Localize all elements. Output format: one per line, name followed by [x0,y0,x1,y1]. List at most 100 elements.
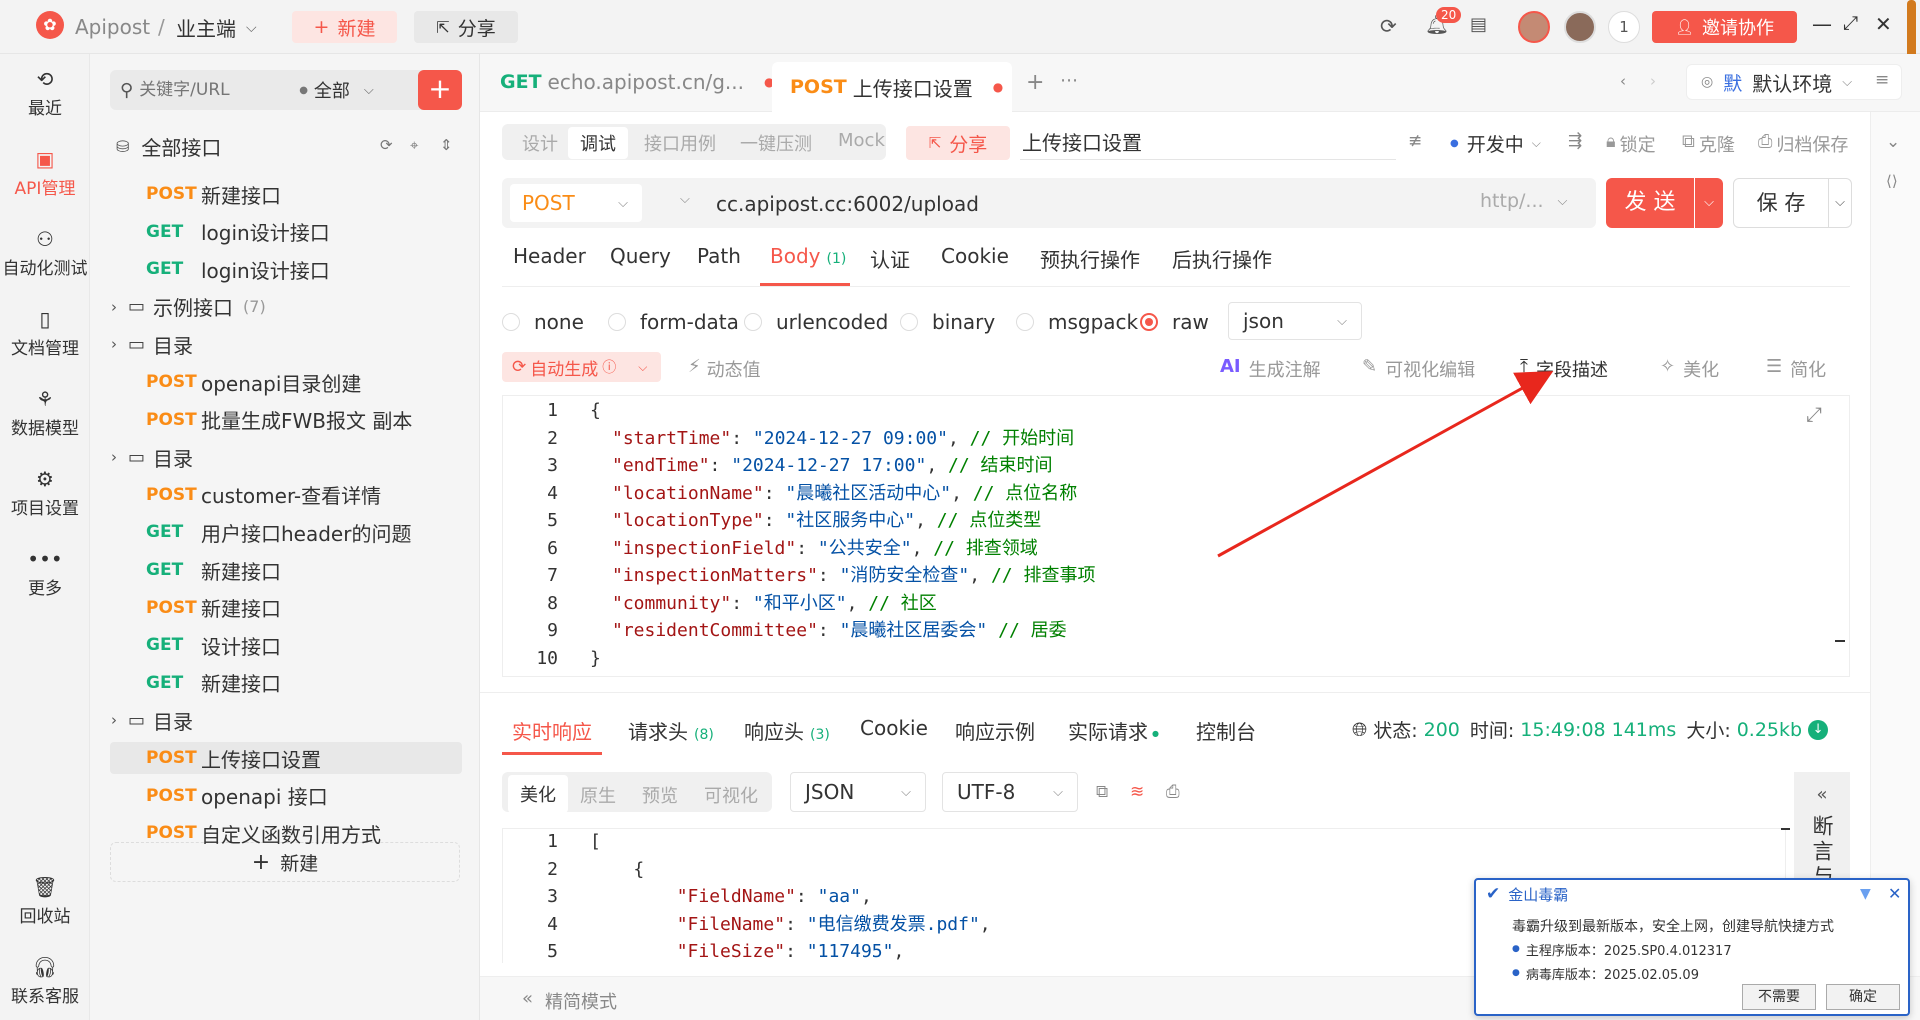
visual-edit-button[interactable]: ✎ 可视化编辑 [1362,356,1475,382]
mode-tab-1[interactable]: 调试 [568,127,628,159]
send-button[interactable]: 发 送 [1606,178,1694,228]
response-tab-4[interactable]: 响应示例 [955,716,1035,745]
beautify-button[interactable]: ✧ 美化 [1660,356,1719,382]
api-name-field[interactable]: 上传接口设置 [1020,124,1396,160]
archive-button[interactable]: ⎙ 归档保存 [1758,131,1848,157]
copy-icon[interactable]: ⧉ [1096,782,1108,802]
body-type-raw[interactable]: raw [1140,310,1209,334]
dynamic-value-button[interactable]: ⚡︎ 动态值 [688,356,761,382]
request-tab-active[interactable]: POST 上传接口设置 ● [772,62,1012,112]
filter-select[interactable]: 全部 [314,77,350,103]
new-button[interactable]: + 新建 [292,11,397,43]
request-tab[interactable]: GET echo.apipost.cn/g... ● [500,70,775,94]
avatar[interactable] [1518,11,1550,43]
encoding-select[interactable]: UTF-8 ⌵ [942,772,1078,812]
body-type-form-data[interactable]: form-data [608,310,739,334]
rail-item-docs[interactable]: ▯ 文档管理 [0,308,90,359]
edit-desc-icon[interactable]: ≢ [1408,131,1422,151]
search-box[interactable]: ⚲ ● 全部 ⌵ [110,70,428,110]
view-mode-3[interactable]: 可视化 [704,782,758,808]
mode-tab-2[interactable]: 接口用例 [644,130,716,156]
lock-button[interactable]: 🔒︎ 锁定 [1606,131,1656,157]
mode-tab-4[interactable]: Mock [838,130,885,151]
tree-item[interactable]: POST 自定义函数引用方式 [146,817,462,849]
body-type-msgpack[interactable]: msgpack [1016,310,1138,334]
send-options-button[interactable]: ⌵ [1695,178,1723,228]
response-tab-2[interactable]: 响应头 (3) [744,716,830,745]
response-tab-5[interactable]: 实际请求 ● [1068,716,1159,745]
avatar[interactable] [1564,11,1596,43]
project-selector[interactable]: 业主端 ⌵ [176,13,257,42]
rail-item-more[interactable]: ••• 更多 [0,548,90,599]
simplify-button[interactable]: ☰ 简化 [1766,356,1826,382]
save-options-button[interactable]: ⌵ [1828,178,1852,228]
body-type-none[interactable]: none [502,310,584,334]
autogen-button[interactable]: ⟳ 自动生成 ⓘ ⌵ [502,352,661,382]
invite-button[interactable]: 👤︎ 邀请协作 [1652,11,1797,43]
tab-next-icon[interactable]: › [1650,72,1656,90]
rail-item-settings[interactable]: ⚙ 项目设置 [0,468,90,519]
request-tab-cookie[interactable]: Cookie [941,244,1009,268]
collapse-icon[interactable]: ⇕ [440,136,453,154]
request-tab-body[interactable]: Body (1) [770,244,846,268]
tree-item[interactable]: POST 新建接口 [146,178,462,210]
wrap-icon[interactable]: ≋ [1130,782,1144,802]
sync-icon[interactable]: ⟳ [1380,16,1397,36]
env-settings-icon[interactable]: ≡ [1875,70,1889,90]
response-tab-3[interactable]: Cookie [860,716,928,740]
code-icon[interactable]: ⟨⟩ [1886,172,1898,190]
rail-item-support[interactable]: 🎧︎ 联系客服 [0,956,90,1007]
request-tab-path[interactable]: Path [697,244,741,268]
request-tab-header[interactable]: Header [513,244,586,268]
tree-folder[interactable]: › ▭ 目录 [100,704,462,736]
body-type-binary[interactable]: binary [900,310,995,334]
url-input[interactable] [716,186,1276,222]
notes-icon[interactable]: ▤ [1470,16,1487,34]
request-tab-认证[interactable]: 认证 [870,244,910,273]
tree-item[interactable]: POST 新建接口 [146,592,462,624]
chevron-down-circle-icon[interactable]: ⌄ [1886,132,1900,152]
popup-collapse-icon[interactable]: ▼ [1860,886,1871,902]
download-icon[interactable]: ↓ [1808,719,1829,740]
tree-item[interactable]: GET 用户接口header的问题 [146,516,462,548]
rail-item-api[interactable]: ▣ API管理 [0,148,90,199]
view-mode-2[interactable]: 预览 [642,782,678,808]
tree-item[interactable]: POST openapi目录创建 [146,366,462,398]
protocol-select[interactable]: http/... ⌵ [1480,190,1567,212]
response-tab-1[interactable]: 请求头 (8) [628,716,714,745]
status-selector[interactable]: ● 开发中 ⌵ [1450,130,1541,157]
tree-folder[interactable]: › ▭ 示例接口 (7) [100,291,462,323]
search-input[interactable] [139,80,300,100]
locate-icon[interactable]: ⌖ [410,136,418,154]
add-api-button[interactable]: + [418,70,462,110]
tree-root[interactable]: ⛁ 全部接口 [116,132,221,161]
mode-tab-0[interactable]: 设计 [522,130,558,156]
tree-item[interactable]: GET 设计接口 [146,629,462,661]
tree-folder[interactable]: › ▭ 目录 [100,328,462,360]
ai-annotate-button[interactable]: AI 生成注解 [1220,356,1321,382]
share-doc-button[interactable]: ⇱ 分享 [906,126,1010,160]
mode-tab-3[interactable]: 一键压测 [740,130,812,156]
maximize-icon[interactable]: ⤢ [1843,14,1858,33]
tree-item[interactable]: POST customer-查看详情 [146,479,462,511]
refresh-icon[interactable]: ⟳ [380,136,393,154]
body-type-urlencoded[interactable]: urlencoded [744,310,888,334]
rail-item-recent[interactable]: ⟲ 最近 [0,68,90,119]
tree-item[interactable]: GET login设计接口 [146,253,462,285]
clone-button[interactable]: ⧉ 克隆 [1682,131,1735,157]
outline-icon[interactable]: ⇶ [1568,131,1582,151]
tree-item[interactable]: POST 批量生成FWB报文 副本 [146,404,462,436]
tree-item[interactable]: POST 上传接口设置 [110,742,462,774]
expand-icon[interactable]: ⤢ [1806,402,1822,426]
popup-close-icon[interactable]: ✕ [1888,884,1901,903]
view-mode-0[interactable]: 美化 [508,775,568,813]
tab-prev-icon[interactable]: ‹ [1620,72,1626,90]
field-desc-button[interactable]: ⤒ 字段描述 [1520,356,1608,382]
share-button[interactable]: ⇱ 分享 [414,11,518,43]
rail-item-autotest[interactable]: ⚇ 自动化测试 [0,228,90,279]
response-format-select[interactable]: JSON ⌵ [790,772,926,812]
request-tab-query[interactable]: Query [610,244,671,268]
request-tab-后执行操作[interactable]: 后执行操作 [1172,244,1272,273]
add-tab-icon[interactable]: + [1026,70,1044,95]
response-tab-6[interactable]: 控制台 [1196,716,1256,745]
